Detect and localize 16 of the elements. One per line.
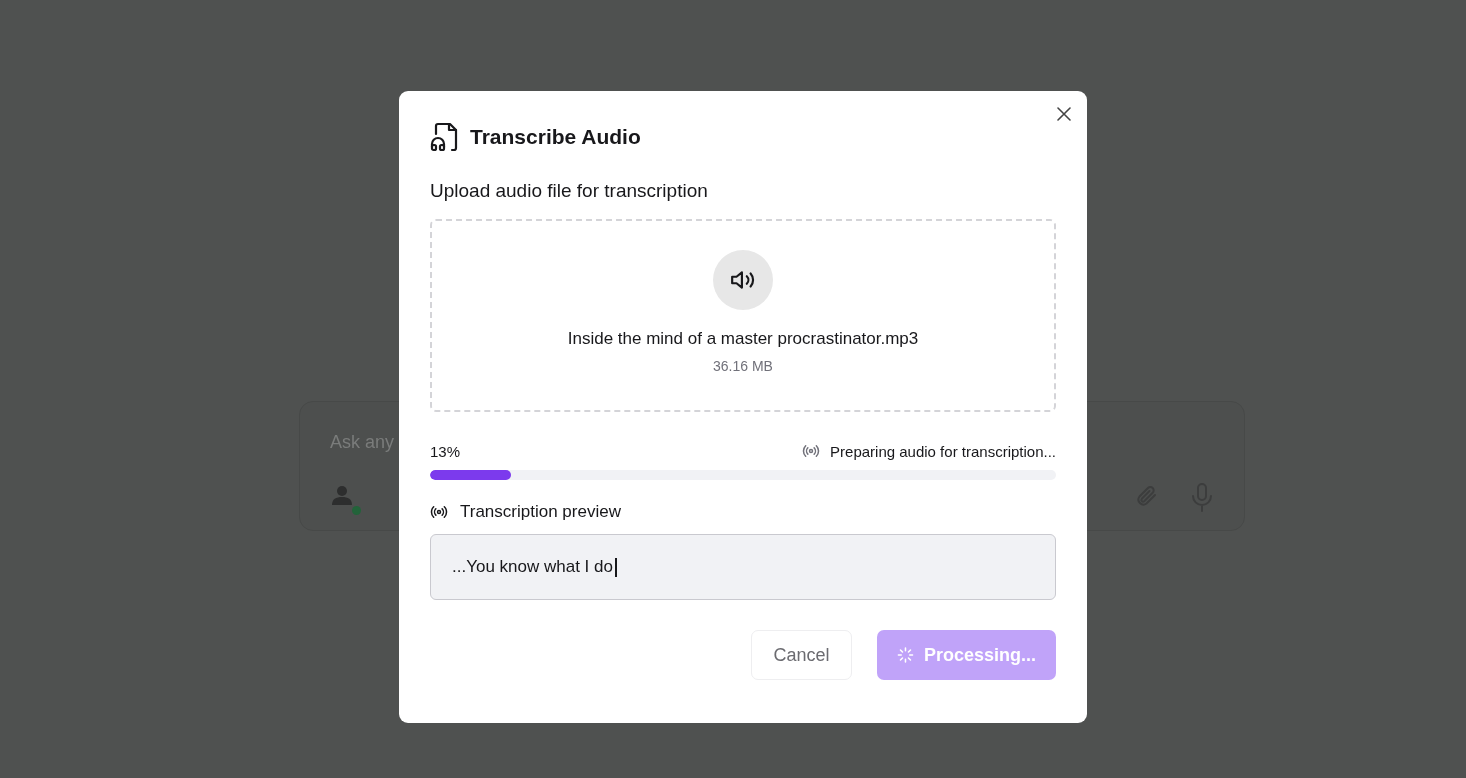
user-avatar-icon — [331, 484, 353, 506]
broadcast-icon — [802, 442, 821, 460]
preview-label: Transcription preview — [460, 502, 621, 522]
preview-field[interactable]: ...You know what I do — [430, 534, 1056, 600]
cancel-button[interactable]: Cancel — [751, 630, 852, 680]
broadcast-icon — [430, 503, 448, 521]
progress-status: Preparing audio for transcription... — [830, 442, 1056, 460]
file-drop-zone[interactable]: Inside the mind of a master procrastinator.mp3 36.16 MB — [430, 219, 1056, 412]
online-status-dot — [352, 506, 361, 515]
audio-file-icon — [430, 122, 458, 152]
file-name: Inside the mind of a master procrastinator.mp3 — [567, 329, 919, 349]
progress-percent: 13% — [430, 442, 461, 460]
spinner-icon — [897, 645, 914, 665]
upload-heading: Upload audio file for transcription — [430, 180, 709, 202]
dialog-title: Transcribe Audio — [470, 125, 641, 149]
file-size: 36.16 MB — [713, 358, 773, 374]
